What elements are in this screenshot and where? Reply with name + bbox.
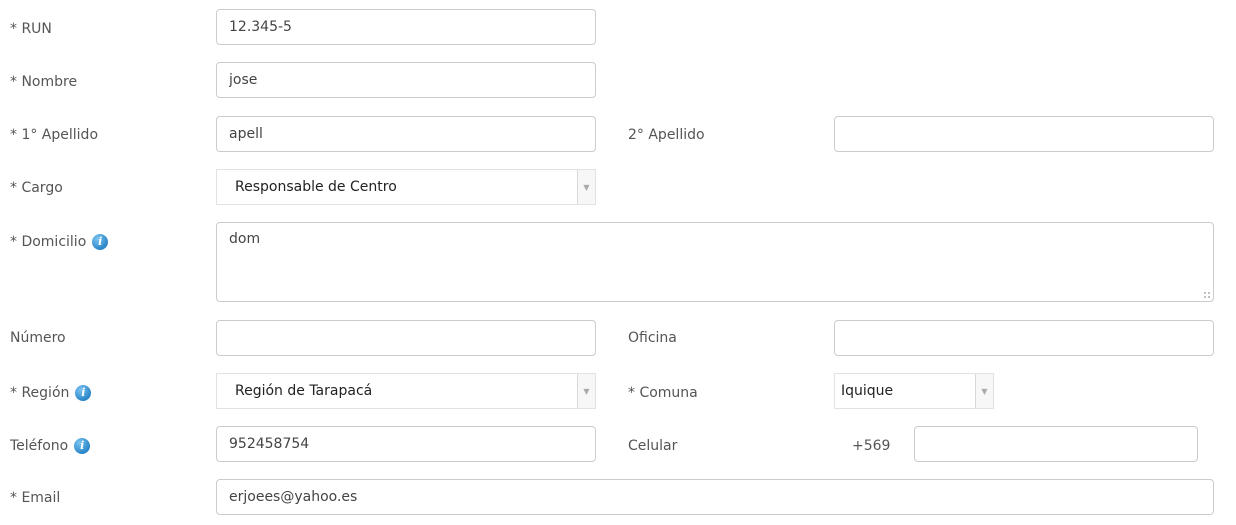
telefono-label: Teléfono i (10, 436, 91, 456)
cargo-label: * Cargo (10, 178, 63, 198)
celular-label: Celular (628, 436, 677, 456)
domicilio-textarea[interactable]: dom (216, 222, 1214, 302)
domicilio-label: * Domicilio i (10, 232, 109, 252)
run-label: * RUN (10, 19, 52, 39)
oficina-input[interactable] (834, 320, 1214, 356)
apellido1-input[interactable] (216, 116, 596, 152)
numero-label-text: Número (10, 330, 66, 346)
oficina-label: Oficina (628, 328, 677, 348)
comuna-label: * Comuna (628, 383, 698, 403)
celular-input[interactable] (914, 426, 1198, 462)
apellido2-label-text: 2° Apellido (628, 127, 705, 143)
nombre-input[interactable] (216, 62, 596, 98)
comuna-selected-value: Iquique (841, 383, 894, 399)
comuna-label-text: * Comuna (628, 385, 698, 401)
apellido1-label: * 1° Apellido (10, 125, 98, 145)
apellido2-label: 2° Apellido (628, 125, 705, 145)
resize-grip-icon[interactable] (1203, 291, 1211, 299)
email-label-text: * Email (10, 490, 61, 506)
celular-label-text: Celular (628, 438, 678, 454)
info-icon[interactable]: i (92, 234, 109, 250)
region-label-text: * Región (10, 385, 70, 401)
chevron-down-icon[interactable]: ▼ (975, 374, 993, 408)
telefono-label-text: Teléfono (10, 438, 69, 454)
numero-label: Número (10, 328, 66, 348)
region-label: * Región i (10, 383, 92, 403)
email-input[interactable] (216, 479, 1214, 515)
celular-prefix: +569 (852, 436, 890, 456)
chevron-down-icon[interactable]: ▼ (577, 170, 595, 204)
telefono-input[interactable] (216, 426, 596, 462)
domicilio-label-text: * Domicilio (10, 234, 87, 250)
region-selected-value: Región de Tarapacá (235, 383, 373, 399)
apellido1-label-text: * 1° Apellido (10, 127, 99, 143)
info-icon[interactable]: i (75, 385, 92, 401)
nombre-label-text: * Nombre (10, 74, 78, 90)
run-label-text: * RUN (10, 21, 52, 37)
numero-input[interactable] (216, 320, 596, 356)
region-select[interactable]: Región de Tarapacá ▼ (216, 373, 596, 409)
celular-prefix-text: +569 (852, 438, 891, 454)
info-icon[interactable]: i (74, 438, 91, 454)
run-input[interactable] (216, 9, 596, 45)
email-label: * Email (10, 488, 60, 508)
apellido2-input[interactable] (834, 116, 1214, 152)
chevron-down-icon[interactable]: ▼ (577, 374, 595, 408)
cargo-selected-value: Responsable de Centro (235, 179, 397, 195)
oficina-label-text: Oficina (628, 330, 677, 346)
cargo-label-text: * Cargo (10, 180, 63, 196)
cargo-select[interactable]: Responsable de Centro ▼ (216, 169, 596, 205)
comuna-select[interactable]: Iquique ▼ (834, 373, 994, 409)
nombre-label: * Nombre (10, 72, 77, 92)
